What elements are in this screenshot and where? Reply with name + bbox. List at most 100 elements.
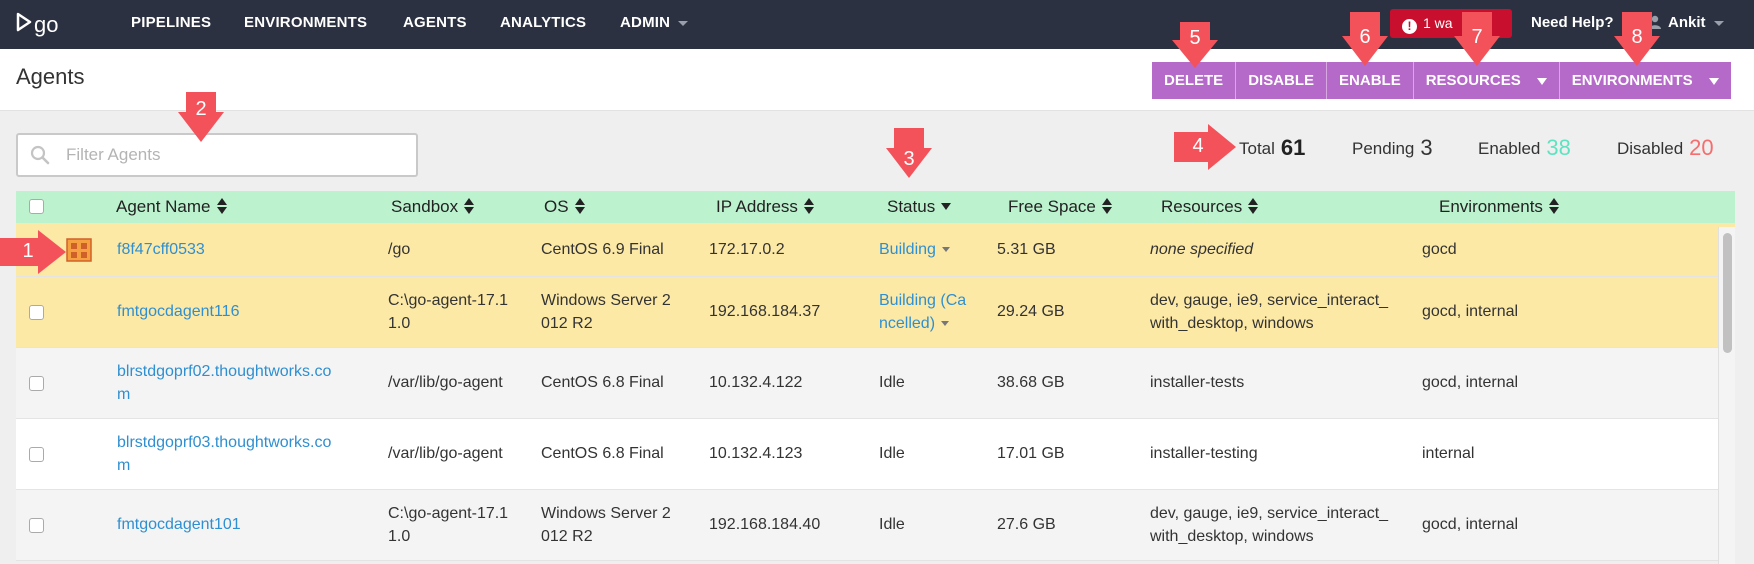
sort-desc-icon	[941, 203, 952, 210]
resources-cell: none specified	[1150, 241, 1254, 258]
marker-number: 5	[1189, 27, 1201, 49]
warning-icon: !	[1402, 19, 1417, 34]
os-line: Windows Server 2	[541, 505, 671, 522]
sandbox-line: C:\go-agent-17.1	[388, 505, 509, 522]
go-logo[interactable]: go	[16, 10, 76, 38]
sort-icon	[464, 198, 475, 214]
free-space-cell: 27.6 GB	[997, 516, 1056, 533]
resources-line: dev, gauge, ie9, service_interact_	[1150, 505, 1389, 522]
col-sandbox[interactable]: Sandbox	[391, 197, 475, 217]
ip-cell: 172.17.0.2	[709, 241, 785, 258]
os-line: 012 R2	[541, 528, 593, 545]
pending-value: 3	[1420, 135, 1433, 160]
resources-cell: installer-tests	[1150, 374, 1245, 391]
sort-icon	[216, 198, 227, 214]
free-space-cell: 29.24 GB	[997, 303, 1065, 320]
os-cell: Windows Server 2 012 R2	[541, 289, 671, 335]
nav-admin[interactable]: ADMIN	[620, 14, 689, 31]
col-status[interactable]: Status	[887, 197, 952, 217]
table-row[interactable]: blrstdgoprf02.thoughtworks.co m /var/lib/…	[16, 348, 1735, 419]
table-header: Agent Name Sandbox OS IP Address Status …	[16, 191, 1735, 223]
row-checkbox[interactable]	[29, 447, 44, 462]
resources-line: dev, gauge, ie9, service_interact_	[1150, 292, 1389, 309]
vertical-scrollbar[interactable]	[1718, 227, 1735, 564]
need-help-link[interactable]: Need Help?	[1531, 14, 1614, 31]
free-space-cell: 38.68 GB	[997, 374, 1065, 391]
resources-cell: dev, gauge, ie9, service_interact_ with_d…	[1150, 289, 1388, 335]
agent-name-line: m	[117, 457, 131, 474]
resources-button[interactable]: RESOURCES	[1413, 62, 1560, 99]
ip-cell: 192.168.184.37	[709, 303, 821, 320]
annotation-marker-7: 7	[1454, 12, 1500, 66]
os-cell: CentOS 6.9 Final	[541, 241, 664, 258]
environments-cell: gocd, internal	[1422, 516, 1519, 533]
col-ip-label: IP Address	[716, 197, 798, 216]
col-free-space-label: Free Space	[1008, 197, 1096, 216]
agent-name-link[interactable]: fmtgocdagent116	[117, 300, 239, 323]
table-row[interactable]: fmtgocdagent101 C:\go-agent-17.1 1.0 Wind…	[16, 490, 1735, 561]
col-resources[interactable]: Resources	[1161, 197, 1259, 217]
row-checkbox[interactable]	[29, 376, 44, 391]
col-ip-address[interactable]: IP Address	[716, 197, 814, 217]
environments-cell: internal	[1422, 445, 1475, 462]
agents-table: Agent Name Sandbox OS IP Address Status …	[16, 191, 1735, 561]
agent-name-link[interactable]: f8f47cff0533	[117, 238, 205, 261]
elastic-agent-icon	[66, 238, 92, 262]
resources-cell: installer-testing	[1150, 445, 1258, 462]
sort-icon	[1248, 198, 1259, 214]
col-agent-name[interactable]: Agent Name	[116, 197, 227, 217]
col-sandbox-label: Sandbox	[391, 197, 459, 216]
col-os[interactable]: OS	[544, 197, 585, 217]
status-cell: Idle	[879, 445, 905, 462]
row-checkbox[interactable]	[29, 518, 44, 533]
caret-down-icon	[941, 247, 950, 253]
marker-number: 1	[22, 240, 34, 262]
os-cell: CentOS 6.8 Final	[541, 445, 664, 462]
col-status-label: Status	[887, 197, 936, 216]
nav-analytics[interactable]: ANALYTICS	[500, 14, 586, 31]
status-dropdown[interactable]: Building	[879, 238, 950, 261]
nav-environments[interactable]: ENVIRONMENTS	[244, 14, 367, 31]
os-line: 012 R2	[541, 315, 593, 332]
disabled-label: Disabled	[1617, 139, 1684, 158]
status-line: Building (Ca	[879, 292, 967, 309]
sandbox-cell: C:\go-agent-17.1 1.0	[388, 289, 508, 335]
col-os-label: OS	[544, 197, 569, 216]
agent-name-link[interactable]: blrstdgoprf02.thoughtworks.co m	[117, 360, 331, 406]
sandbox-line: 1.0	[388, 528, 411, 545]
agent-name-link[interactable]: blrstdgoprf03.thoughtworks.co m	[117, 431, 331, 477]
marker-number: 3	[903, 148, 915, 170]
table-row[interactable]: blrstdgoprf03.thoughtworks.co m /var/lib/…	[16, 419, 1735, 490]
sandbox-cell: C:\go-agent-17.1 1.0	[388, 502, 508, 548]
disabled-count: Disabled 20	[1617, 135, 1714, 161]
free-space-cell: 17.01 GB	[997, 445, 1065, 462]
table-row[interactable]: f8f47cff0533 /go CentOS 6.9 Final 172.17…	[16, 223, 1735, 277]
pending-label: Pending	[1352, 139, 1415, 158]
environments-cell: gocd, internal	[1422, 303, 1519, 320]
scrollbar-thumb[interactable]	[1723, 233, 1732, 353]
enable-button[interactable]: ENABLE	[1327, 62, 1414, 99]
resources-label: RESOURCES	[1425, 72, 1521, 89]
environments-button[interactable]: ENVIRONMENTS	[1559, 62, 1731, 99]
ip-cell: 10.132.4.123	[709, 445, 803, 462]
disable-button[interactable]: DISABLE	[1236, 62, 1328, 99]
sort-icon	[1548, 198, 1559, 214]
caret-down-icon	[941, 321, 950, 327]
nav-pipelines[interactable]: PIPELINES	[131, 14, 211, 31]
user-name: Ankit	[1668, 14, 1706, 31]
table-row[interactable]: fmtgocdagent116 C:\go-agent-17.1 1.0 Wind…	[16, 277, 1735, 348]
col-agent-name-label: Agent Name	[116, 197, 211, 216]
total-value: 61	[1280, 135, 1306, 160]
resources-line: with_desktop, windows	[1150, 528, 1314, 545]
nav-agents[interactable]: AGENTS	[403, 14, 467, 31]
caret-down-icon	[1536, 77, 1547, 85]
sort-icon	[1101, 198, 1112, 214]
filter-agents-input[interactable]	[66, 143, 396, 167]
col-free-space[interactable]: Free Space	[1008, 197, 1112, 217]
col-environments[interactable]: Environments	[1439, 197, 1559, 217]
agent-name-link[interactable]: fmtgocdagent101	[117, 513, 241, 536]
row-checkbox[interactable]	[29, 305, 44, 320]
status-dropdown[interactable]: Building (Ca ncelled)	[879, 289, 966, 335]
marker-number: 6	[1359, 26, 1371, 48]
select-all-checkbox[interactable]	[29, 199, 44, 214]
